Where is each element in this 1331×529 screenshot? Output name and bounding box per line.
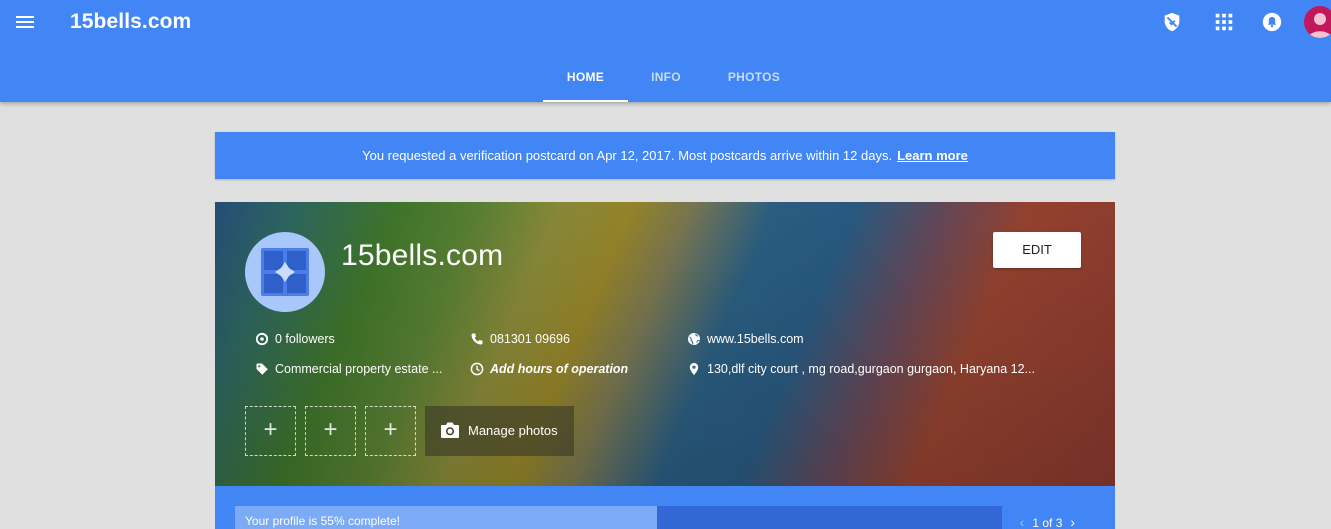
business-logo: [245, 232, 325, 312]
shield-icon[interactable]: [1161, 11, 1185, 35]
manage-photos-label: Manage photos: [468, 423, 558, 438]
edit-button[interactable]: EDIT: [993, 232, 1081, 268]
notice-text: You requested a verification postcard on…: [362, 148, 893, 163]
clock-icon: [470, 362, 484, 376]
tab-bar: HOME INFO PHOTOS: [0, 58, 1331, 102]
progress-bar: Your profile is 55% complete!: [235, 506, 1002, 529]
camera-icon: [441, 422, 459, 438]
prev-page-icon[interactable]: ‹: [1015, 514, 1029, 529]
page-indicator: 1 of 3: [1032, 516, 1063, 529]
phone-icon: [471, 333, 483, 345]
verification-notice: You requested a verification postcard on…: [215, 132, 1115, 179]
next-page-icon[interactable]: ›: [1066, 514, 1080, 529]
phone-number: 081301 09696: [490, 332, 570, 346]
business-category: Commercial property estate ...: [275, 362, 443, 376]
tag-icon: [256, 363, 268, 375]
manage-photos-button[interactable]: Manage photos: [425, 406, 574, 456]
globe-icon: [688, 333, 700, 345]
app-title: 15bells.com: [70, 10, 192, 33]
progress-text: Your profile is 55% complete!: [245, 514, 400, 528]
notifications-icon[interactable]: [1261, 11, 1285, 35]
add-photo-slot-2[interactable]: +: [305, 406, 356, 456]
tab-photos[interactable]: PHOTOS: [715, 58, 793, 102]
business-address: 130,dlf city court , mg road,gurgaon gur…: [707, 362, 1035, 376]
add-photo-slot-3[interactable]: +: [365, 406, 416, 456]
building-logo-icon: [261, 248, 309, 296]
top-app-bar: 15bells.com HOME INFO PHOTOS: [0, 0, 1331, 102]
followers-icon: [255, 332, 269, 346]
followers-count: 0 followers: [275, 332, 335, 346]
add-photo-slot-1[interactable]: +: [245, 406, 296, 456]
business-card: 15bells.com EDIT 0 followers 081301 0969…: [215, 202, 1115, 486]
location-pin-icon: [689, 363, 699, 375]
tab-info[interactable]: INFO: [635, 58, 697, 102]
website-link[interactable]: www.15bells.com: [707, 330, 804, 348]
account-avatar[interactable]: [1304, 6, 1331, 38]
menu-icon[interactable]: [14, 12, 38, 34]
tab-home[interactable]: HOME: [543, 58, 628, 102]
business-name: 15bells.com: [341, 239, 504, 272]
profile-progress-panel: Your profile is 55% complete! ‹ 1 of 3 ›: [215, 486, 1115, 529]
progress-pager: ‹ 1 of 3 ›: [1015, 514, 1080, 529]
apps-grid-icon[interactable]: [1213, 11, 1237, 35]
learn-more-link[interactable]: Learn more: [897, 148, 968, 163]
add-hours-link[interactable]: Add hours of operation: [490, 360, 628, 378]
